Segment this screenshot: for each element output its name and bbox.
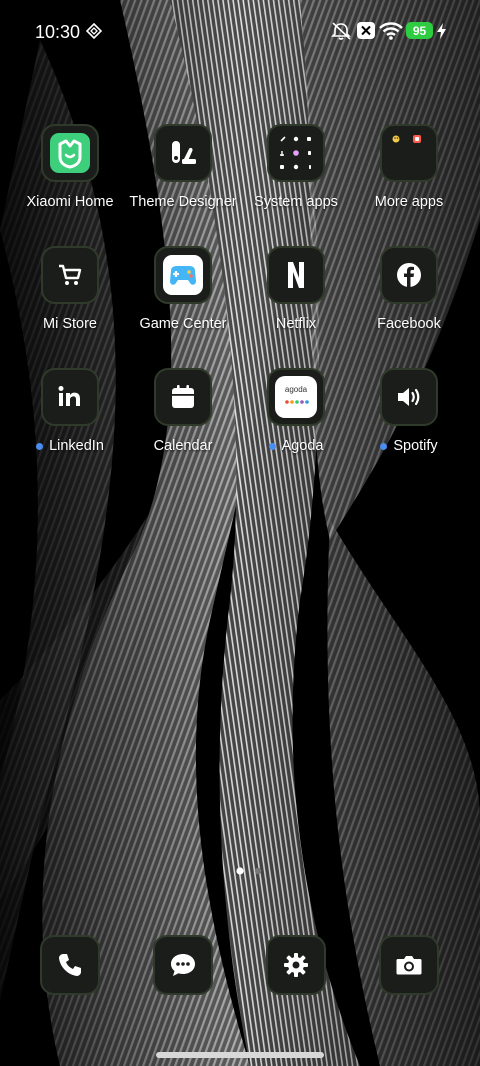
location-diamond-icon [86, 23, 102, 39]
app-tile [154, 368, 212, 426]
settings-icon [284, 953, 308, 977]
vibrate-icon [331, 22, 351, 40]
dock-phone[interactable] [40, 935, 100, 995]
app-tile [380, 246, 438, 304]
page-indicator[interactable] [233, 866, 273, 876]
dock-tile [379, 935, 439, 995]
app-label: Xiaomi Home [26, 194, 114, 210]
dock-tile [40, 935, 100, 995]
app-label: LinkedIn [15, 438, 125, 454]
xiaomi-home-icon [50, 133, 90, 173]
app-facebook[interactable]: Facebook [354, 246, 464, 332]
page-dot-active [236, 867, 244, 875]
linkedin-icon [58, 386, 80, 406]
charging-icon [437, 23, 446, 39]
messages-icon [171, 954, 195, 976]
cart-icon [59, 264, 82, 285]
app-label: Theme Designer [129, 194, 237, 210]
app-tile [267, 246, 325, 304]
app-label: Spotify [354, 438, 464, 454]
speaker-icon [398, 388, 420, 406]
app-tile: agoda [267, 368, 325, 426]
app-tile [380, 124, 438, 182]
dock-settings[interactable] [266, 935, 326, 995]
app-game-center[interactable]: Game Center [128, 246, 238, 332]
dock-tile [153, 935, 213, 995]
app-linkedin[interactable]: LinkedIn [15, 368, 125, 454]
app-more-apps-folder[interactable]: More apps [354, 124, 464, 210]
app-label: Facebook [377, 316, 441, 332]
app-label: System apps [254, 194, 338, 210]
app-label: Netflix [275, 316, 317, 332]
dock-tile [266, 935, 326, 995]
app-tile [380, 368, 438, 426]
app-system-apps-folder[interactable]: System apps [241, 124, 351, 210]
notification-x-icon [357, 22, 375, 39]
app-tile [154, 124, 212, 182]
gamepad-icon [163, 255, 203, 295]
app-tile [41, 246, 99, 304]
new-notification-dot [268, 442, 276, 450]
new-notification-dot [380, 442, 388, 450]
app-netflix[interactable]: Netflix [241, 246, 351, 332]
page-dot [254, 867, 262, 875]
calendar-icon [172, 385, 194, 408]
app-calendar[interactable]: Calendar [128, 368, 238, 454]
camera-icon [396, 956, 422, 975]
app-tile [267, 124, 325, 182]
phone-icon [59, 954, 81, 976]
gesture-home-bar[interactable] [156, 1052, 324, 1058]
dock-messages[interactable] [153, 935, 213, 995]
netflix-icon [288, 262, 304, 288]
app-label: Agoda [241, 438, 351, 454]
theme-designer-icon [172, 141, 196, 164]
app-tile [41, 368, 99, 426]
app-label: Calendar [153, 438, 213, 454]
app-theme-designer[interactable]: Theme Designer [128, 124, 238, 210]
app-tile [154, 246, 212, 304]
folder-icon [392, 135, 421, 143]
folder-icon [280, 136, 311, 170]
clock: 10:30 [35, 22, 81, 42]
wifi-icon [379, 22, 403, 40]
app-label: More apps [374, 194, 444, 210]
agoda-logo-text: agoda [284, 385, 308, 394]
app-agoda[interactable]: agoda Agoda [241, 368, 351, 454]
app-xiaomi-home[interactable]: Xiaomi Home [15, 124, 125, 210]
status-bar: 10:30 95 [0, 0, 480, 62]
battery-indicator: 95 [406, 22, 433, 39]
dock-camera[interactable] [379, 935, 439, 995]
app-label: Game Center [139, 316, 227, 332]
new-notification-dot [36, 442, 44, 450]
agoda-icon [275, 376, 317, 418]
facebook-icon [397, 263, 421, 287]
app-mi-store[interactable]: Mi Store [15, 246, 125, 332]
app-label: Mi Store [43, 316, 97, 332]
app-tile [41, 124, 99, 182]
app-spotify[interactable]: Spotify [354, 368, 464, 454]
